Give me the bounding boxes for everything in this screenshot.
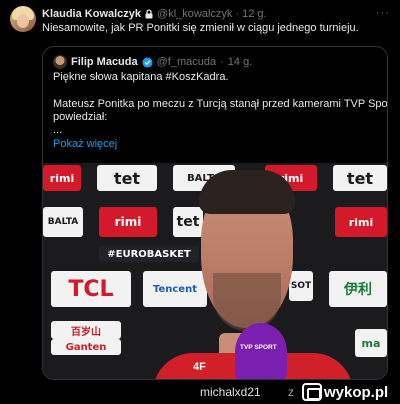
quoted-text-line: ... [53, 124, 63, 136]
player-hair [199, 170, 295, 214]
lock-icon [145, 9, 153, 19]
sponsor-banner: #EUROBASKET [99, 246, 199, 262]
player-beard [213, 273, 281, 331]
sponsor-banner: BALTA [43, 207, 83, 237]
quoted-post-time[interactable]: 14 g. [228, 56, 252, 68]
more-options-button[interactable]: ··· [376, 7, 390, 19]
post: Klaudia Kowalczyk @kl_kowalczyk · 12 g. … [0, 0, 400, 380]
footer-preposition: z [288, 385, 294, 399]
tvp-microphone [235, 323, 287, 379]
quoted-post[interactable]: Filip Macuda @f_macuda · 14 g. Piękne sł… [42, 46, 388, 380]
quoted-text-line: Piękne słowa kapitana #KoszKadra. [53, 71, 229, 83]
separator: · [235, 8, 240, 20]
sponsor-banner: 百岁山 [51, 321, 121, 339]
quoted-text-line: powiedział: [53, 111, 108, 123]
sponsor-banner: rimi [335, 207, 387, 237]
sponsor-banner: SOT [289, 271, 313, 301]
sponsor-banner: rimi [43, 165, 81, 191]
sponsor-banner: tet [173, 207, 203, 237]
author-avatar[interactable] [10, 6, 36, 32]
post-time[interactable]: 12 g. [242, 8, 266, 20]
post-text: Niesamowite, jak PR Ponitki się zmienił … [42, 22, 359, 34]
interview-photo[interactable]: rimi tet BALTA rimi tet BALTA rimi tet r… [43, 163, 387, 379]
author-handle[interactable]: @kl_kowalczyk [157, 8, 232, 20]
wykop-logo[interactable]: wykop.pl [302, 382, 398, 402]
sponsor-banner: rimi [99, 207, 157, 237]
sponsor-banner: Tencent [143, 271, 207, 307]
post-header: Klaudia Kowalczyk @kl_kowalczyk · 12 g. [42, 7, 376, 21]
microphone-label: TVP SPORT [240, 344, 277, 351]
wykop-logo-icon [302, 383, 322, 401]
sponsor-banner: tet [97, 165, 157, 191]
quoted-author-name[interactable]: Filip Macuda [71, 56, 138, 68]
author-name[interactable]: Klaudia Kowalczyk [42, 8, 141, 20]
verified-badge-icon [142, 56, 153, 68]
sponsor-banner: tet [333, 165, 387, 191]
sponsor-banner: ma [355, 329, 387, 357]
quoted-post-header: Filip Macuda @f_macuda · 14 g. [53, 55, 252, 69]
sponsor-banner: 伊利 [329, 271, 387, 307]
wykop-footer: michalxd21 z wykop.pl [0, 380, 400, 404]
jersey-logo: 4F [193, 361, 206, 373]
sponsor-banner: TCL [51, 271, 131, 307]
quoted-text-line: Mateusz Ponitka po meczu z Turcją stanął… [53, 98, 388, 110]
wykop-logo-text: wykop.pl [324, 383, 389, 401]
separator: · [220, 56, 224, 68]
uploader-name[interactable]: michalxd21 [200, 385, 261, 399]
quoted-author-handle[interactable]: @f_macuda [157, 56, 216, 68]
quoted-author-avatar[interactable] [53, 55, 67, 69]
show-more-link[interactable]: Pokaż więcej [53, 138, 117, 150]
sponsor-banner: Ganten [51, 339, 121, 355]
